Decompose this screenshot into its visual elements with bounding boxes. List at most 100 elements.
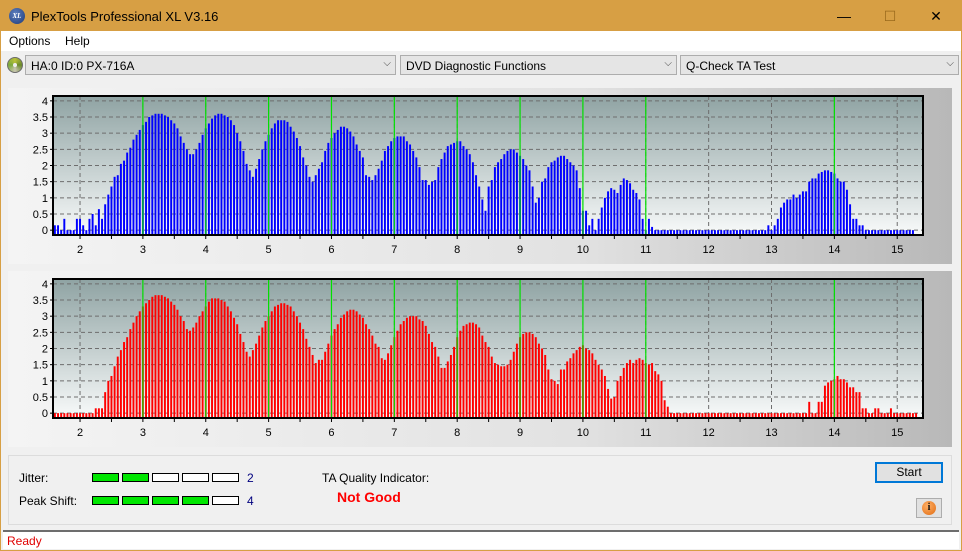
- bar: [207, 123, 210, 235]
- maximize-button[interactable]: ☐: [867, 1, 913, 31]
- bar: [173, 123, 176, 235]
- bar: [343, 314, 346, 418]
- chevron-down-icon: ⌵: [946, 58, 954, 69]
- bar: [550, 379, 553, 418]
- bar: [622, 367, 625, 418]
- title-bar: XL PlexTools Professional XL V3.16 — ☐ ✕: [1, 1, 961, 31]
- bar: [864, 408, 867, 418]
- bar: [537, 197, 540, 235]
- bar: [396, 136, 399, 235]
- bar: [113, 366, 116, 418]
- bar: [874, 408, 877, 418]
- bar: [509, 359, 512, 418]
- bar: [396, 330, 399, 418]
- bar: [79, 218, 82, 235]
- y-tick-label: 2.5: [33, 144, 48, 156]
- x-tick-label: 14: [828, 244, 840, 256]
- menu-options[interactable]: Options: [9, 34, 50, 48]
- bar: [638, 358, 641, 418]
- bar: [201, 134, 204, 235]
- bar: [459, 141, 462, 235]
- bar: [63, 218, 66, 235]
- bar: [827, 382, 830, 418]
- bar: [600, 369, 603, 418]
- bar: [625, 180, 628, 235]
- minimize-button[interactable]: —: [821, 1, 867, 31]
- close-button[interactable]: ✕: [913, 1, 959, 31]
- bar: [405, 317, 408, 418]
- bar: [776, 218, 779, 235]
- bar: [786, 199, 789, 235]
- bar: [226, 117, 229, 235]
- bar: [842, 181, 845, 235]
- bar: [333, 133, 336, 235]
- bar: [261, 327, 264, 418]
- menu-help[interactable]: Help: [65, 34, 90, 48]
- bar: [336, 129, 339, 235]
- bar: [349, 131, 352, 235]
- bar: [481, 199, 484, 235]
- bar: [811, 178, 814, 235]
- bar: [170, 120, 173, 235]
- bar: [808, 401, 811, 418]
- bar: [478, 327, 481, 418]
- bar: [264, 321, 267, 418]
- bar: [75, 218, 78, 235]
- ta-quality-value: Not Good: [337, 489, 401, 505]
- bar: [418, 167, 421, 235]
- start-button[interactable]: Start: [875, 462, 943, 483]
- y-tick-label: 3: [42, 311, 48, 323]
- drive-select[interactable]: HA:0 ID:0 PX-716A ⌵: [25, 55, 396, 75]
- bar: [654, 371, 657, 418]
- function-group-select[interactable]: DVD Diagnostic Functions ⌵: [400, 55, 677, 75]
- peak-shift-meter: [92, 496, 239, 505]
- bar: [449, 354, 452, 418]
- bar: [192, 154, 195, 235]
- bar: [471, 322, 474, 418]
- bar: [484, 210, 487, 235]
- x-tick-label: 3: [140, 244, 146, 256]
- bar: [242, 342, 245, 418]
- bar: [233, 317, 236, 418]
- bar: [170, 301, 173, 418]
- bar: [506, 364, 509, 418]
- bar: [261, 149, 264, 235]
- bar: [94, 408, 97, 418]
- bar: [607, 388, 610, 418]
- bar: [409, 144, 412, 235]
- bar: [333, 329, 336, 418]
- bar: [239, 333, 242, 418]
- bar: [651, 226, 654, 235]
- test-select[interactable]: Q-Check TA Test ⌵: [680, 55, 959, 75]
- bar: [327, 142, 330, 235]
- bar: [327, 343, 330, 418]
- info-button[interactable]: i: [916, 498, 942, 518]
- bar: [591, 218, 594, 235]
- bar: [299, 146, 302, 235]
- bar: [236, 324, 239, 418]
- bar: [465, 324, 468, 418]
- bar: [324, 150, 327, 235]
- bar: [107, 194, 110, 235]
- bar: [387, 146, 390, 235]
- bar: [223, 115, 226, 235]
- bar: [119, 350, 122, 418]
- bar: [402, 321, 405, 418]
- bar: [97, 408, 100, 418]
- bar: [553, 380, 556, 418]
- bar: [399, 136, 402, 235]
- bar: [289, 306, 292, 418]
- bar: [814, 178, 817, 235]
- bar: [292, 311, 295, 418]
- meter-segment: [122, 496, 149, 505]
- bar: [286, 121, 289, 235]
- bar: [566, 159, 569, 235]
- bar: [339, 126, 342, 235]
- bar: [207, 301, 210, 418]
- x-tick-label: 11: [640, 427, 651, 439]
- bar: [358, 314, 361, 418]
- bar: [849, 204, 852, 235]
- bar: [503, 154, 506, 235]
- bar: [512, 351, 515, 418]
- jitter-label: Jitter:: [19, 471, 49, 485]
